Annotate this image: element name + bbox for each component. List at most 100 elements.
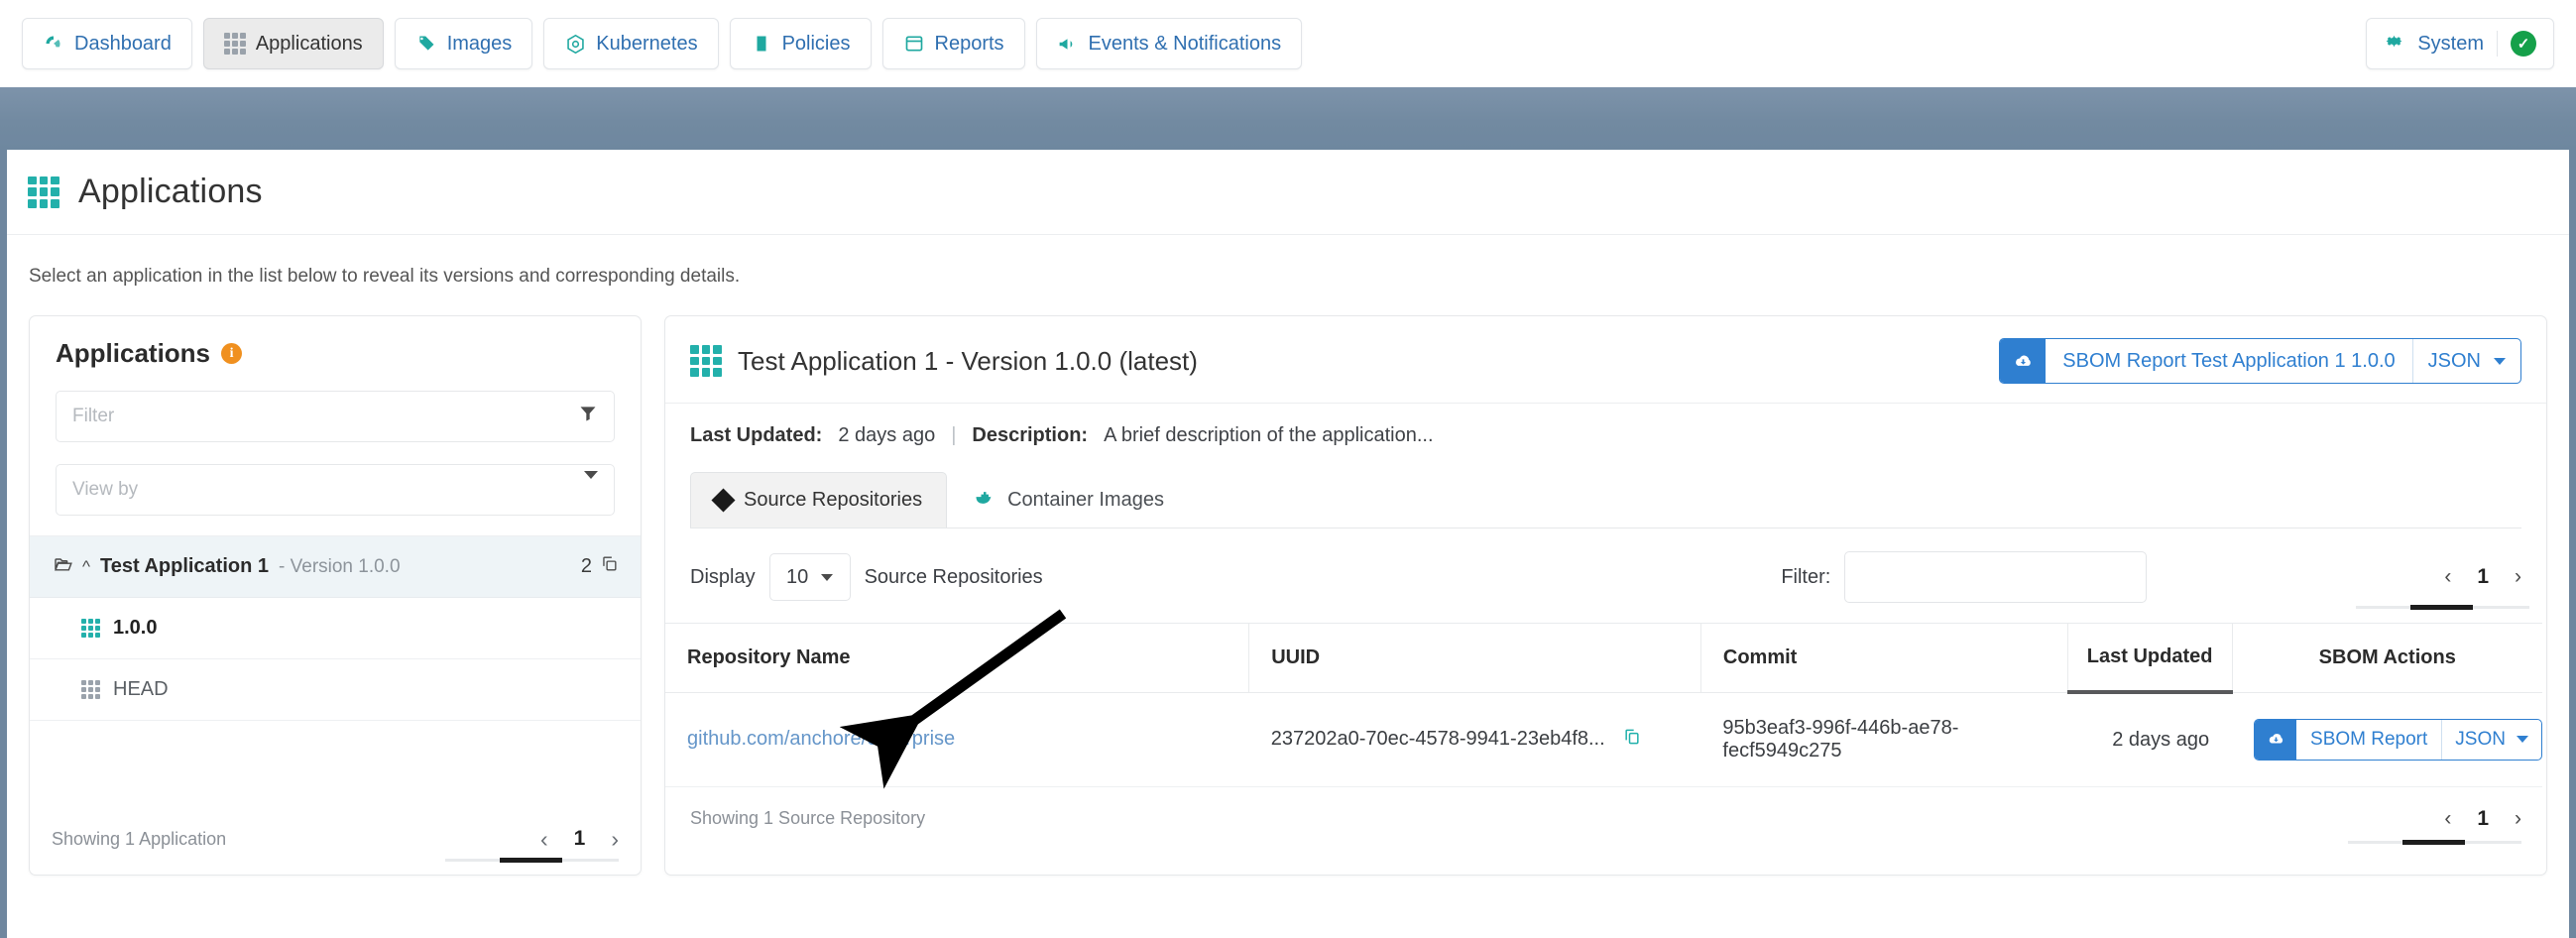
application-name: Test Application 1	[100, 555, 269, 578]
tab-container-images[interactable]: Container Images	[947, 472, 1189, 528]
count-value: 2	[581, 555, 592, 578]
funnel-icon[interactable]	[578, 404, 598, 429]
display-count-value: 10	[786, 566, 808, 589]
pagination-scrollbar[interactable]	[2356, 606, 2529, 609]
description-label: Description:	[972, 424, 1088, 447]
table-head: Repository Name UUID Commit Last Updated…	[665, 624, 2542, 693]
row-sbom-report-label[interactable]: SBOM Report	[2296, 720, 2441, 760]
nav-item-dashboard[interactable]: Dashboard	[22, 18, 192, 69]
row-sbom-report-button[interactable]: SBOM Report JSON	[2254, 719, 2542, 761]
pagination-next[interactable]: ›	[2515, 807, 2521, 831]
dashboard-icon	[43, 33, 64, 55]
page-subtitle: Select an application in the list below …	[7, 235, 2569, 288]
cell-sbom-actions: SBOM Report JSON	[2232, 692, 2542, 786]
source-repositories-table: Repository Name UUID Commit Last Updated…	[665, 623, 2542, 787]
pagination-current-page[interactable]: 1	[2477, 565, 2489, 589]
top-navigation-bar: Dashboard Applications Images Kubernetes	[0, 0, 2576, 87]
applications-panel: Applications i Filter View by	[29, 315, 642, 876]
status-ok-icon[interactable]: ✓	[2511, 31, 2536, 57]
grid-icon	[224, 33, 246, 55]
row-sbom-format-value: JSON	[2455, 729, 2506, 751]
sbom-format-select[interactable]: JSON	[2413, 339, 2520, 383]
sbom-report-label[interactable]: SBOM Report Test Application 1 1.0.0	[2046, 339, 2411, 383]
chevron-up-icon[interactable]: ^	[82, 557, 90, 577]
details-meta: Last Updated: 2 days ago | Description: …	[665, 404, 2546, 447]
nav-item-label: Images	[447, 33, 513, 56]
tag-icon	[415, 33, 437, 55]
table-filter-input[interactable]	[1844, 551, 2147, 603]
pagination-next[interactable]: ›	[611, 826, 619, 853]
sbom-format-value: JSON	[2428, 350, 2481, 373]
pagination-prev[interactable]: ‹	[540, 826, 548, 853]
tab-source-repositories[interactable]: Source Repositories	[690, 472, 947, 528]
display-count-select[interactable]: 10	[769, 553, 851, 601]
column-header-uuid[interactable]: UUID	[1249, 624, 1701, 693]
sbom-report-group: SBOM Report Test Application 1 1.0.0 JSO…	[1999, 338, 2521, 384]
cloud-download-icon	[2255, 720, 2296, 760]
gear-icon	[2384, 31, 2404, 58]
table-filter-label: Filter:	[1781, 566, 1830, 589]
pagination-current-page[interactable]: 1	[2477, 807, 2489, 831]
last-updated-label: Last Updated:	[690, 424, 822, 447]
system-button[interactable]: System ✓	[2366, 18, 2554, 69]
row-sbom-format-select[interactable]: JSON	[2442, 720, 2541, 760]
pagination-prev[interactable]: ‹	[2444, 565, 2451, 589]
pagination-scrollbar[interactable]	[445, 859, 619, 862]
column-header-commit[interactable]: Commit	[1700, 624, 2067, 693]
chevron-down-icon	[584, 479, 598, 501]
details-title: Test Application 1 - Version 1.0.0 (late…	[738, 346, 1198, 377]
copy-icon[interactable]	[1622, 727, 1642, 753]
system-button-label: System	[2417, 33, 2484, 56]
divider	[2497, 31, 2498, 57]
info-warning-icon[interactable]: i	[221, 343, 242, 364]
pagination-scrollbar[interactable]	[2348, 841, 2521, 844]
uuid-value: 237202a0-70ec-4578-9941-23eb4f8...	[1271, 728, 1605, 751]
column-header-sbom-actions[interactable]: SBOM Actions	[2232, 624, 2542, 693]
tab-label: Container Images	[1007, 489, 1164, 512]
description-value: A brief description of the application..…	[1104, 424, 1433, 447]
table-row[interactable]: github.com/anchore/enterprise 237202a0-7…	[665, 692, 2542, 786]
table-footer: Showing 1 Source Repository ‹ 1 ›	[665, 787, 2546, 831]
cell-commit: 95b3eaf3-996f-446b-ae78-fecf5949c275	[1700, 692, 2067, 786]
report-icon	[903, 33, 925, 55]
nav-item-reports[interactable]: Reports	[882, 18, 1025, 69]
list-item-application[interactable]: ^ Test Application 1 - Version 1.0.0 2	[30, 536, 641, 598]
viewby-select[interactable]: View by	[56, 464, 615, 516]
nav-item-applications[interactable]: Applications	[203, 18, 384, 69]
page-frame: Applications Select an application in th…	[0, 150, 2576, 938]
table-filter-group: Filter:	[1781, 551, 2147, 603]
column-header-last-updated[interactable]: Last Updated	[2067, 624, 2232, 693]
copy-icon[interactable]	[600, 554, 619, 579]
pagination-next[interactable]: ›	[2515, 565, 2521, 589]
tab-label: Source Repositories	[744, 489, 922, 512]
pagination-prev[interactable]: ‹	[2444, 807, 2451, 831]
cell-repository-name: github.com/anchore/enterprise	[665, 692, 1249, 786]
display-label: Display	[690, 566, 756, 589]
column-header-repository-name[interactable]: Repository Name	[665, 624, 1249, 693]
page-header: Applications	[7, 150, 2569, 235]
kubernetes-icon	[564, 33, 586, 55]
grid-icon	[81, 619, 100, 638]
nav-item-images[interactable]: Images	[395, 18, 533, 69]
application-details-panel: Test Application 1 - Version 1.0.0 (late…	[664, 315, 2547, 876]
list-item-version-head[interactable]: HEAD	[30, 659, 641, 721]
applications-panel-footer: Showing 1 Application ‹ 1 ›	[30, 803, 641, 875]
nav-item-kubernetes[interactable]: Kubernetes	[543, 18, 718, 69]
filter-input[interactable]: Filter	[56, 391, 615, 442]
repository-link[interactable]: github.com/anchore/enterprise	[687, 728, 955, 750]
nav-item-policies[interactable]: Policies	[730, 18, 872, 69]
list-item-version-1-0-0[interactable]: 1.0.0	[30, 598, 641, 659]
chevron-down-icon	[2517, 736, 2528, 743]
table-body: github.com/anchore/enterprise 237202a0-7…	[665, 692, 2542, 786]
details-header: Test Application 1 - Version 1.0.0 (late…	[665, 316, 2546, 384]
page-title: Applications	[78, 173, 263, 211]
diamond-icon	[711, 488, 735, 512]
version-label: HEAD	[113, 678, 169, 701]
pagination-current-page[interactable]: 1	[574, 827, 586, 851]
docker-whale-icon	[972, 488, 995, 514]
chevron-down-icon	[2494, 358, 2506, 365]
megaphone-icon	[1057, 33, 1079, 55]
sbom-report-button[interactable]: SBOM Report Test Application 1 1.0.0 JSO…	[1999, 338, 2521, 384]
table-header-row: Repository Name UUID Commit Last Updated…	[665, 624, 2542, 693]
nav-item-events-notifications[interactable]: Events & Notifications	[1036, 18, 1303, 69]
